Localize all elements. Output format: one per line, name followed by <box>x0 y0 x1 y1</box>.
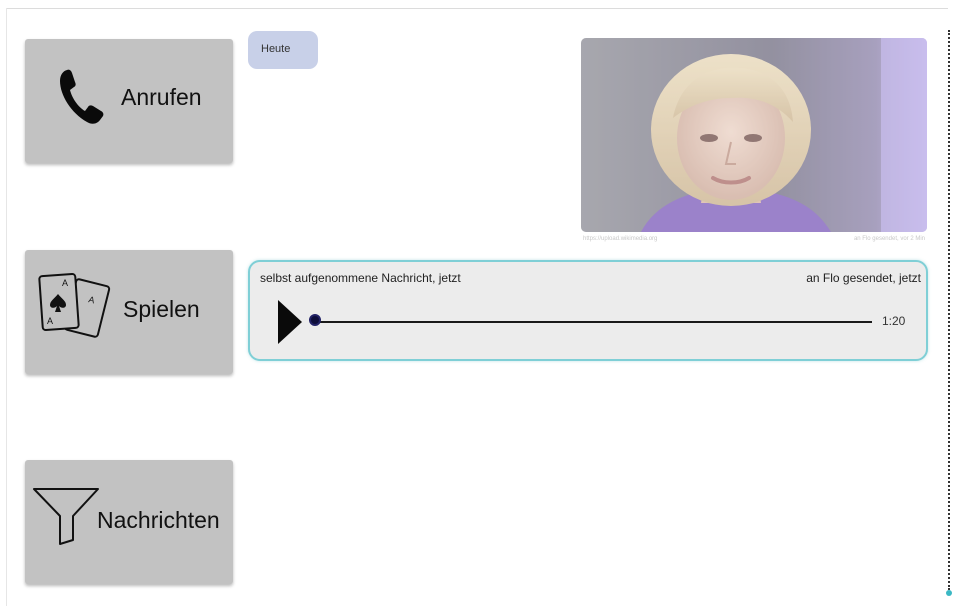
playing-cards-icon: A A A <box>38 273 111 338</box>
audio-seek-bar[interactable] <box>316 321 872 323</box>
call-button-label: Anrufen <box>121 84 202 110</box>
messages-filter-button-label: Nachrichten <box>97 507 220 533</box>
audio-seek-handle[interactable] <box>309 314 321 326</box>
play-games-button-label: Spielen <box>123 296 200 322</box>
phone-icon <box>60 69 104 124</box>
audio-message[interactable]: selbst aufgenommene Nachricht, jetzt an … <box>248 260 928 361</box>
svg-text:A: A <box>62 278 68 288</box>
photo-message[interactable]: https://upload.wikimedia.org an Flo gese… <box>581 38 927 248</box>
scrollbar-track <box>948 30 950 590</box>
photo-source-caption: https://upload.wikimedia.org <box>583 236 658 242</box>
audio-message-origin: selbst aufgenommene Nachricht, jetzt <box>260 271 461 285</box>
scrollbar-end-marker <box>946 590 952 596</box>
filter-funnel-icon <box>33 488 99 545</box>
chat-scrollbar[interactable] <box>946 30 952 596</box>
svg-text:A: A <box>88 294 96 305</box>
photo-message-image[interactable] <box>581 38 927 232</box>
top-divider <box>6 8 948 9</box>
date-separator-chip: Heute <box>248 31 318 69</box>
messages-filter-button[interactable]: Nachrichten <box>25 460 233 584</box>
date-separator-label: Heute <box>261 43 291 55</box>
messenger-screen: Anrufen A A A Spielen Nachrichten Heute <box>0 0 956 606</box>
left-divider <box>6 8 7 606</box>
svg-text:A: A <box>47 316 53 326</box>
call-button[interactable]: Anrufen <box>25 39 233 163</box>
photo-status-caption: an Flo gesendet, vor 2 Min <box>853 236 925 242</box>
play-games-button[interactable]: A A A Spielen <box>25 250 233 374</box>
audio-message-status: an Flo gesendet, jetzt <box>806 271 921 285</box>
audio-duration: 1:20 <box>882 314 906 328</box>
portrait-photo <box>581 38 927 232</box>
play-icon[interactable] <box>277 299 303 345</box>
